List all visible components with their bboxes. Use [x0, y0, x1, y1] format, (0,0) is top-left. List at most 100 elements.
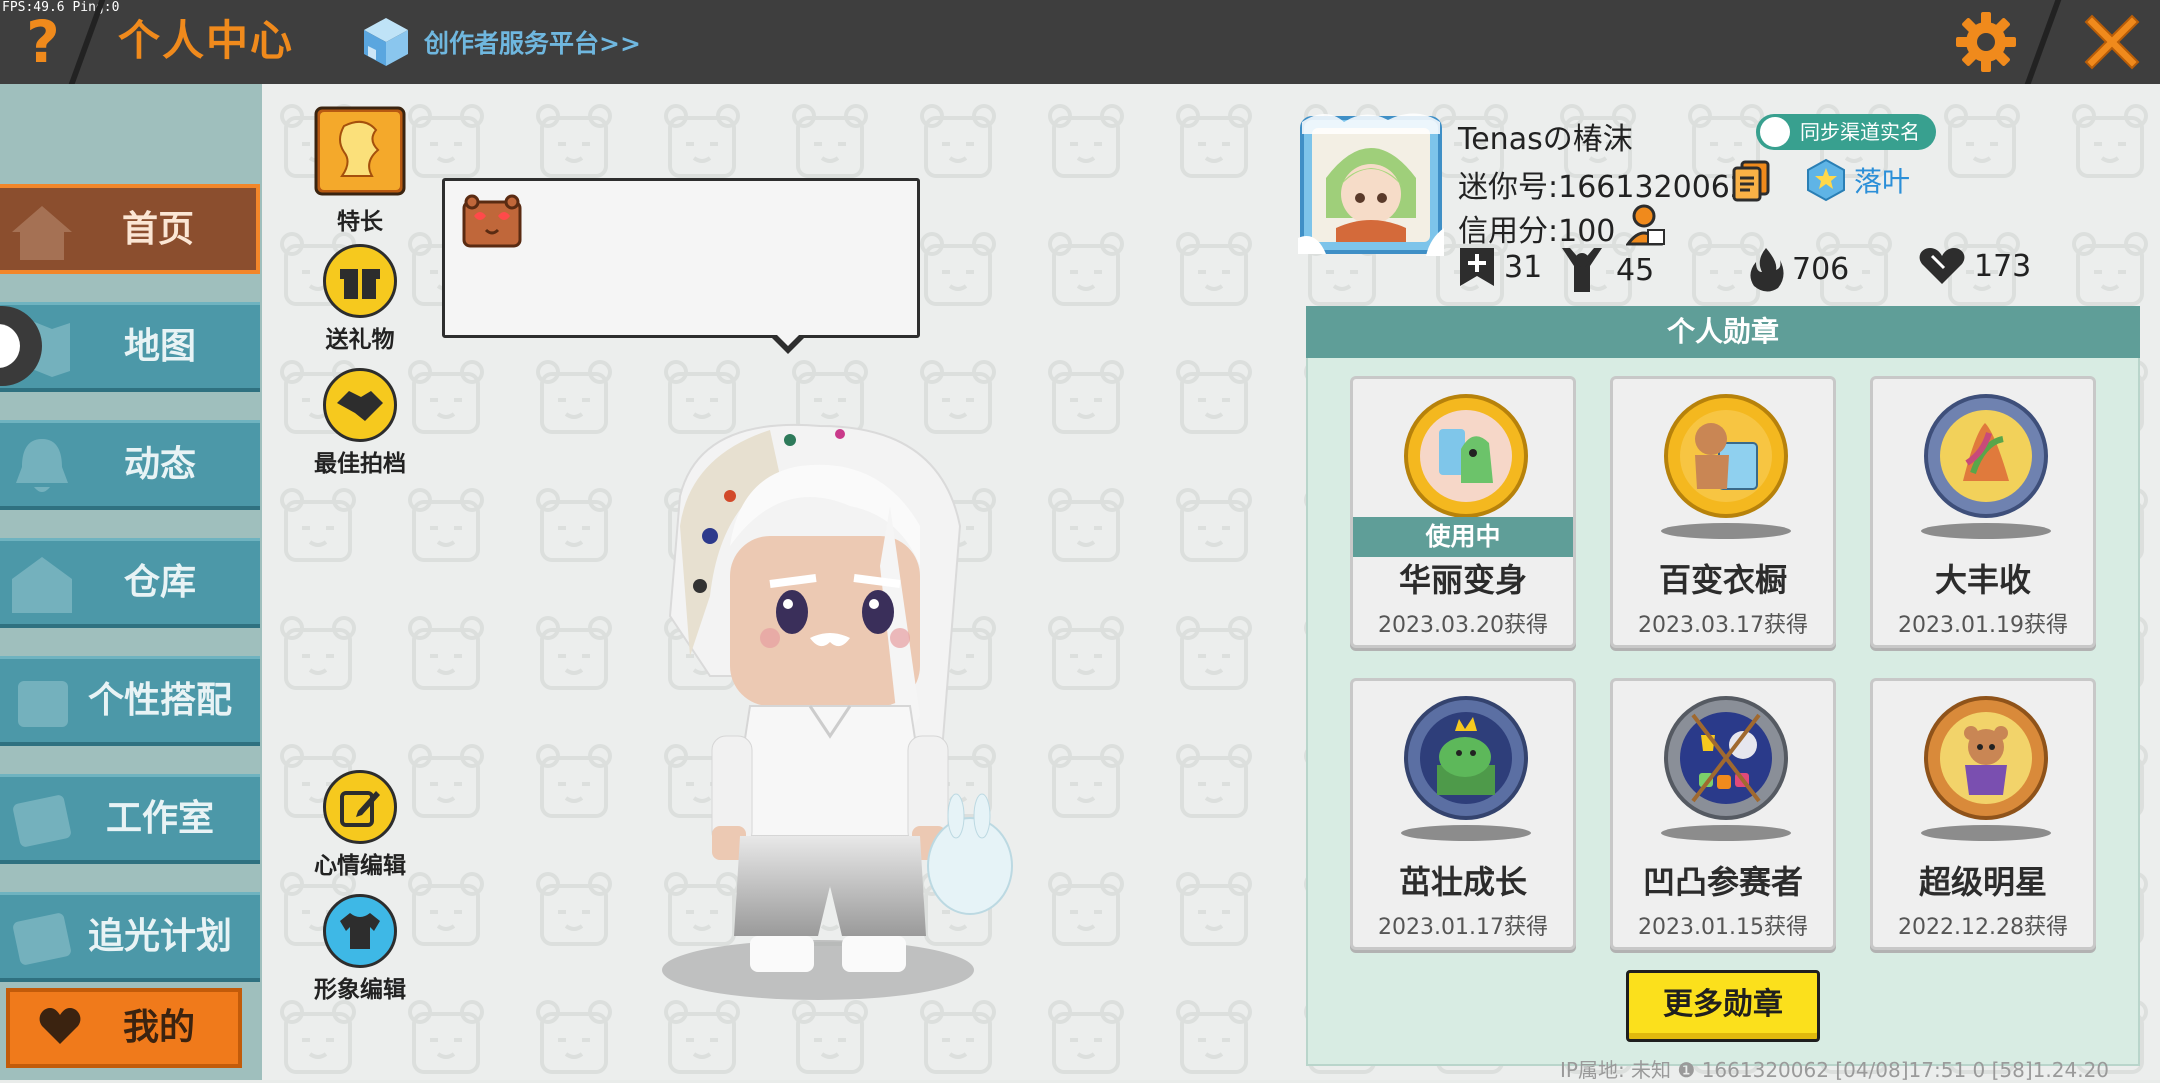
- medal-date: 2023.01.15获得: [1638, 915, 1808, 940]
- gift-label: 送礼物: [325, 327, 395, 353]
- look-edit-label: 形象编辑: [314, 977, 406, 1003]
- edit-icon: [323, 770, 397, 844]
- help-button[interactable]: ?: [18, 10, 68, 74]
- medal-name: 百变衣橱: [1658, 561, 1787, 599]
- check-icon: [1760, 117, 1790, 147]
- creator-platform-label: 创作者服务平台>>: [424, 29, 641, 58]
- stat-fans: 45: [1556, 246, 1654, 294]
- plus-bookmark-icon: [1460, 248, 1494, 286]
- medal-card[interactable]: 百变衣橱 2023.03.17获得: [1610, 376, 1836, 648]
- gift-button[interactable]: 送礼物: [300, 244, 420, 354]
- sidebar-item-label: 我的: [122, 1007, 195, 1048]
- sidebar-item-spotlight[interactable]: 追光计划: [0, 892, 260, 982]
- sidebar-item-home[interactable]: 首页: [0, 184, 260, 274]
- look-edit-button[interactable]: 形象编辑: [300, 894, 420, 1004]
- sidebar-item-label: 个性搭配: [87, 680, 232, 721]
- guild-link[interactable]: 落叶: [1806, 158, 1910, 202]
- more-medals-button[interactable]: 更多勋章: [1626, 970, 1820, 1042]
- sync-realname-button[interactable]: 同步渠道实名: [1756, 114, 1936, 150]
- medal-harvest-icon: [1924, 394, 2048, 518]
- medal-name: 超级明星: [1918, 863, 2047, 901]
- stat-plus: 31: [1458, 246, 1542, 288]
- page-title: 个人中心: [118, 16, 295, 65]
- stat-heat: 706: [1748, 246, 1849, 292]
- mood-emoji-icon: [462, 194, 522, 248]
- specialty-icon: [314, 106, 406, 196]
- medal-date: 2023.03.17获得: [1638, 613, 1808, 638]
- close-icon[interactable]: [2078, 8, 2146, 76]
- sidebar-item-label: 仓库: [123, 562, 196, 603]
- stat-plus-value: 31: [1504, 249, 1543, 285]
- medal-name: 茁壮成长: [1398, 863, 1527, 901]
- copy-icon[interactable]: [1732, 160, 1770, 202]
- credit-score: 信用分:100: [1458, 214, 1616, 249]
- shirt-icon: [323, 894, 397, 968]
- sidebar-item-label: 动态: [123, 444, 196, 485]
- best-partner-label: 最佳拍档: [314, 451, 406, 477]
- sidebar-item-label: 追光计划: [87, 916, 232, 957]
- creator-platform-link[interactable]: 创作者服务平台>>: [362, 14, 641, 70]
- handshake-icon: [323, 368, 397, 442]
- medal-shadow: [1661, 825, 1791, 841]
- bubble-tail-inner: [774, 332, 802, 346]
- medal-card[interactable]: 大丰收 2023.01.19获得: [1870, 376, 2096, 648]
- stat-heat-value: 706: [1792, 251, 1850, 287]
- sidebar-item-label: 地图: [123, 326, 196, 367]
- mood-edit-label: 心情编辑: [314, 853, 406, 879]
- medal-superstar-icon: [1924, 696, 2048, 820]
- fans-icon: [1562, 248, 1602, 292]
- sidebar-item-label: 工作室: [105, 798, 214, 839]
- medal-card[interactable]: 超级明星 2022.12.28获得: [1870, 678, 2096, 950]
- heart-icon: [39, 1008, 81, 1044]
- medal-date: 2023.01.17获得: [1378, 915, 1548, 940]
- medal-date: 2023.01.19获得: [1898, 613, 2068, 638]
- medal-card[interactable]: 凹凸参赛者 2023.01.15获得: [1610, 678, 1836, 950]
- sidebar-item-label: 首页: [121, 209, 194, 250]
- medal-shadow: [1921, 825, 2051, 841]
- medal-transform-icon: [1404, 394, 1528, 518]
- sidebar-item-feed[interactable]: 动态: [0, 420, 260, 510]
- sidebar-item-mine[interactable]: 我的: [6, 988, 242, 1068]
- medal-name: 华丽变身: [1398, 561, 1527, 599]
- sidebar-item-outfit[interactable]: 个性搭配: [0, 656, 260, 746]
- medal-name: 凹凸参赛者: [1642, 863, 1803, 901]
- stat-fans-value: 45: [1616, 252, 1655, 288]
- stat-likes-value: 173: [1974, 248, 2032, 284]
- likes-heart-icon: [1919, 248, 1965, 284]
- best-partner-button[interactable]: 最佳拍档: [300, 368, 420, 478]
- mood-edit-button[interactable]: 心情编辑: [300, 770, 420, 880]
- credit-user-icon[interactable]: [1626, 204, 1666, 248]
- medal-name: 大丰收: [1934, 561, 2031, 599]
- cube-icon: [364, 18, 408, 66]
- medal-date: 2022.12.28获得: [1898, 915, 2068, 940]
- gift-icon: [323, 244, 397, 318]
- collapse-toggle[interactable]: [0, 300, 48, 392]
- sidebar-item-studio[interactable]: 工作室: [0, 774, 260, 864]
- medal-growth-icon: [1404, 696, 1528, 820]
- player-name: Tenasの椿沫: [1458, 122, 1633, 157]
- guild-name: 落叶: [1854, 165, 1911, 198]
- medal-card[interactable]: 茁壮成长 2023.01.17获得: [1350, 678, 1576, 950]
- top-bar: [0, 0, 2160, 84]
- flame-icon: [1750, 248, 1784, 292]
- medal-panel-title: 个人勋章: [1306, 306, 2140, 358]
- player-avatar[interactable]: [620, 416, 1020, 996]
- medal-date: 2023.03.20获得: [1378, 613, 1548, 638]
- medal-wardrobe-icon: [1664, 394, 1788, 518]
- medal-card[interactable]: 使用中 华丽变身 2023.03.20获得: [1350, 376, 1576, 648]
- profile-avatar[interactable]: [1296, 108, 1446, 258]
- stat-likes: 173: [1918, 246, 2031, 286]
- in-use-badge: 使用中: [1353, 517, 1573, 557]
- sync-realname-label: 同步渠道实名: [1800, 120, 1920, 144]
- mini-id: 迷你号:1661320062: [1458, 170, 1749, 205]
- sidebar-item-warehouse[interactable]: 仓库: [0, 538, 260, 628]
- gear-icon[interactable]: [1952, 8, 2020, 76]
- medal-shadow: [1921, 523, 2051, 539]
- medal-shadow: [1661, 523, 1791, 539]
- specialty-label: 特长: [337, 209, 383, 235]
- specialty-button[interactable]: 特长: [300, 106, 420, 236]
- guild-badge-icon: [1807, 158, 1845, 202]
- medal-shadow: [1401, 825, 1531, 841]
- medal-contestant-icon: [1664, 696, 1788, 820]
- footer-status: IP属地: 未知 ❶ 1661320062 [04/08]17:51 0 [58…: [1560, 1058, 2110, 1082]
